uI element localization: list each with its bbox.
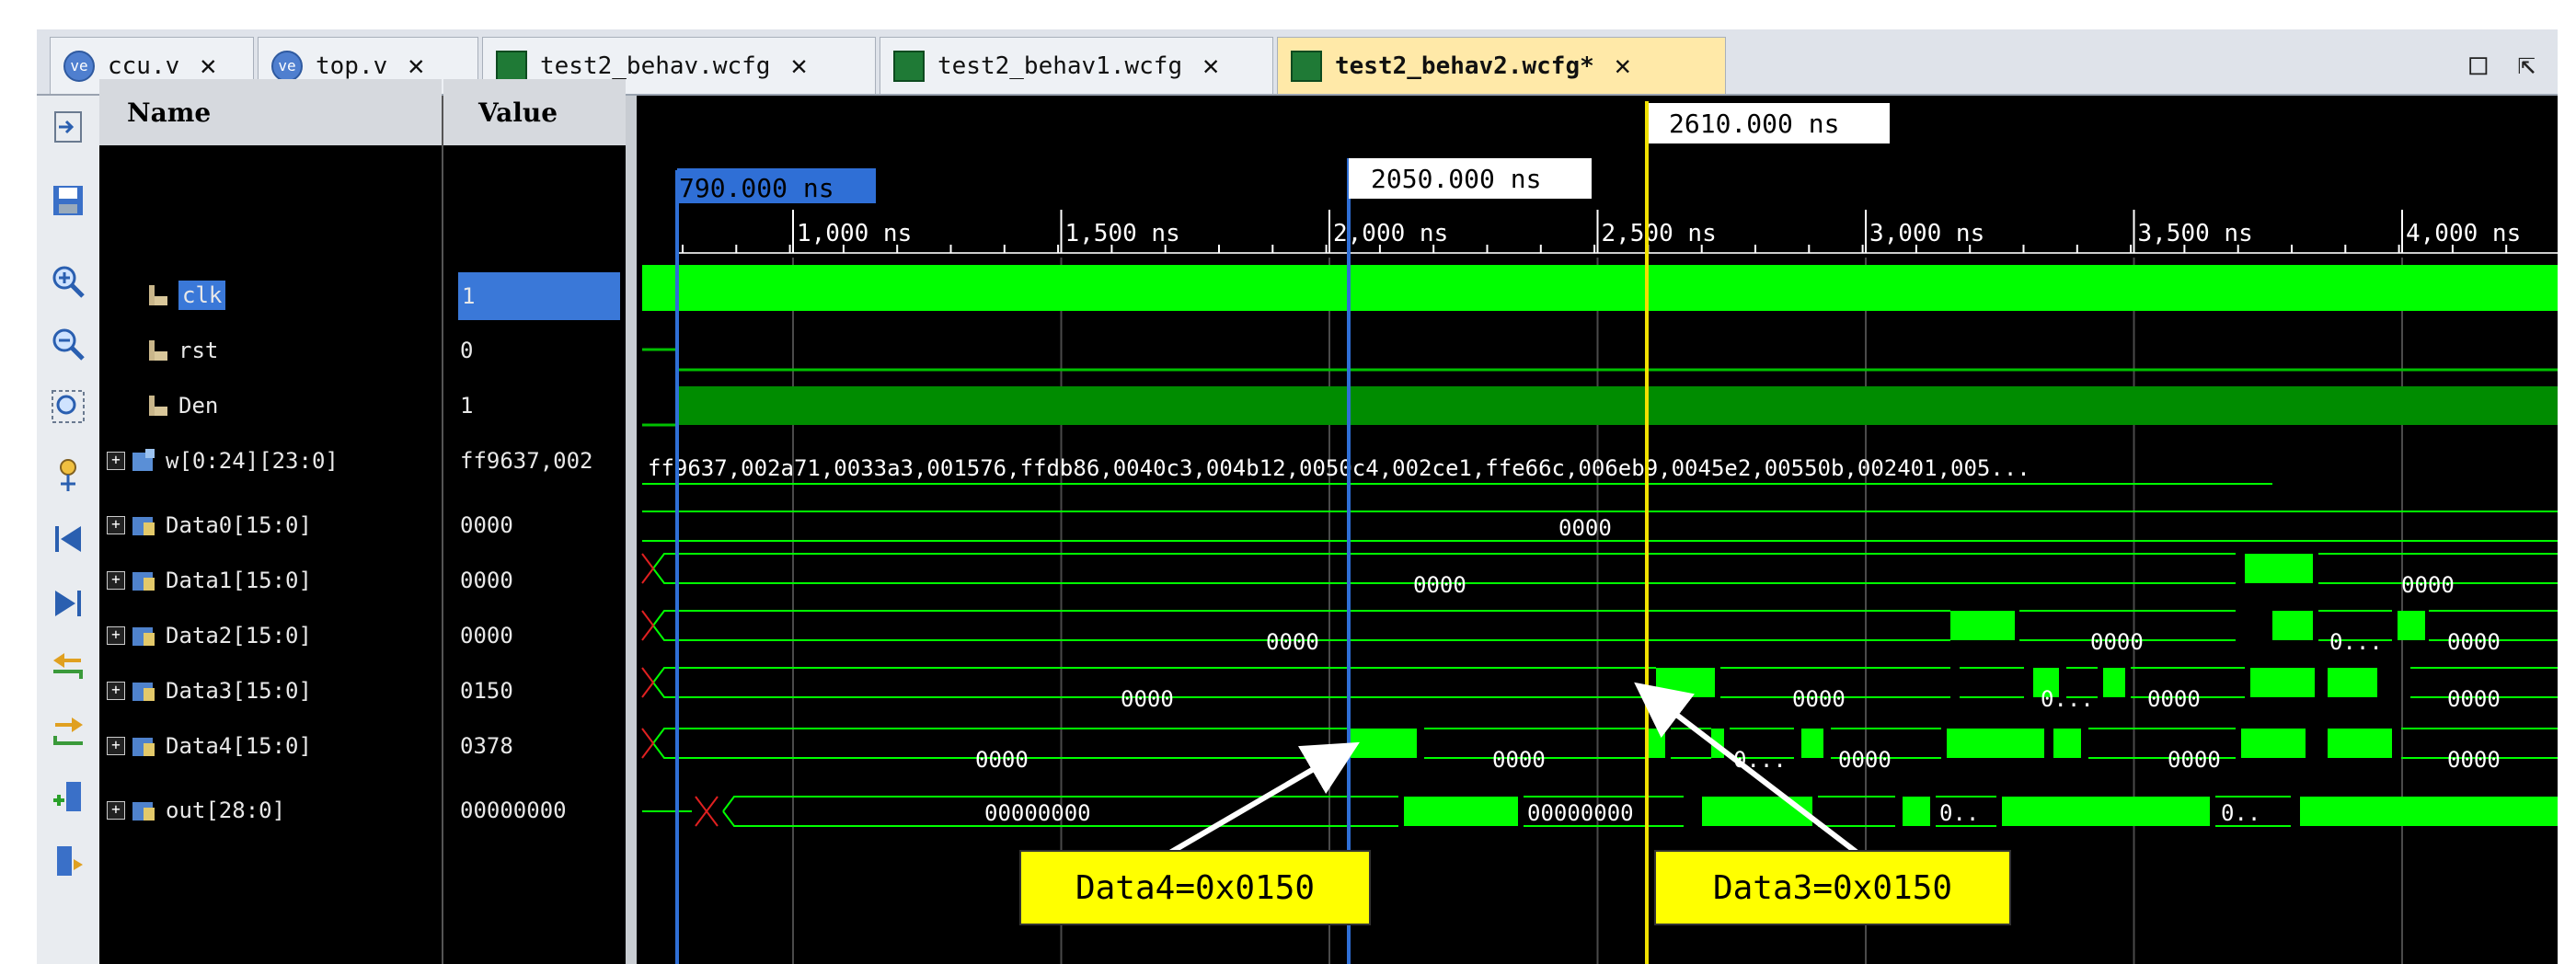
marker-label: 2610.000 ns bbox=[1669, 109, 1839, 139]
callout-arrow-data3 bbox=[1634, 682, 1860, 856]
wave-data4[interactable]: 0000 0000 0... 0000 0000 0000 bbox=[641, 728, 2558, 773]
wave-value-data3-d: 0000 bbox=[2147, 686, 2201, 712]
wave-out[interactable]: 00000000 00000000 0.. 0.. bbox=[642, 796, 2558, 827]
waveform-canvas: 1,000 ns 1,500 ns 2,000 ns 2,500 ns 3,000 ns… bbox=[641, 101, 2558, 964]
wave-data3[interactable]: 0000 0000 0... 0000 0000 bbox=[641, 667, 2558, 712]
callout-arrow-data4 bbox=[1167, 741, 1360, 856]
wave-value-data3-e: 0000 bbox=[2447, 686, 2501, 712]
waveform-viewer-window: ve ccu.v ✕ ve top.v ✕ test2_behav.wcfg ✕… bbox=[0, 0, 2576, 964]
wave-data0[interactable]: 0000 bbox=[642, 511, 2558, 542]
wave-value-data2-c: 0... bbox=[2329, 629, 2383, 655]
wave-rst[interactable] bbox=[642, 348, 2558, 372]
wave-value-data2-b: 0000 bbox=[2090, 629, 2144, 655]
wave-clk[interactable] bbox=[642, 265, 2558, 311]
wave-value-data3-b: 0000 bbox=[1792, 686, 1846, 712]
wave-value-data4-b: 0000 bbox=[1492, 747, 1546, 773]
wave-value-data2-d: 0000 bbox=[2447, 629, 2501, 655]
wave-den[interactable] bbox=[642, 386, 2558, 427]
wave-value-out-b: 00000000 bbox=[1527, 800, 1634, 826]
wave-value-out-c: 0.. bbox=[1939, 800, 1979, 826]
wave-w[interactable]: ff9637,002a71,0033a3,001576,ffdb86,0040c… bbox=[642, 455, 2272, 485]
wave-value-data3-a: 0000 bbox=[1121, 686, 1174, 712]
wave-value-out-a: 00000000 bbox=[984, 800, 1091, 826]
ruler-tick-label: 1,500 ns bbox=[1065, 220, 1180, 247]
wave-value-data0: 0000 bbox=[1558, 515, 1612, 541]
ruler-tick-label: 1,000 ns bbox=[797, 220, 912, 247]
ruler-tick-label: 3,500 ns bbox=[2138, 220, 2253, 247]
ruler-tick-label: 3,000 ns bbox=[1869, 220, 1984, 247]
wave-value-data1-b: 0000 bbox=[2401, 572, 2455, 598]
callout-data4: Data4=0x0150 bbox=[1019, 850, 1371, 925]
wave-value-data2-a: 0000 bbox=[1266, 629, 1319, 655]
wave-data2[interactable]: 0000 0000 0... 0000 bbox=[641, 610, 2558, 655]
wave-value-data4-d: 0000 bbox=[1838, 747, 1892, 773]
marker-label: 790.000 ns bbox=[679, 173, 834, 203]
wave-value-data3-c: 0... bbox=[2041, 686, 2094, 712]
wave-value-data4-f: 0000 bbox=[2447, 747, 2501, 773]
ruler-tick-label: 2,500 ns bbox=[1602, 220, 1717, 247]
marker-label: 2050.000 ns bbox=[1371, 164, 1541, 194]
wave-value-data4-c: 0... bbox=[1733, 747, 1787, 773]
wave-value-data4-e: 0000 bbox=[2168, 747, 2221, 773]
wave-value-out-d: 0.. bbox=[2221, 800, 2260, 826]
ruler-ticks: 1,000 ns 1,500 ns 2,000 ns 2,500 ns 3,000 ns… bbox=[792, 210, 2521, 253]
time-ruler[interactable]: 1,000 ns 1,500 ns 2,000 ns 2,500 ns 3,000 ns… bbox=[677, 210, 2558, 254]
wave-data1[interactable]: 0000 0000 bbox=[641, 553, 2558, 598]
wave-value-w: ff9637,002a71,0033a3,001576,ffdb86,0040c… bbox=[648, 455, 2030, 481]
ruler-tick-label: 4,000 ns bbox=[2406, 220, 2521, 247]
wave-value-data1-a: 0000 bbox=[1413, 572, 1466, 598]
callout-data3: Data3=0x0150 bbox=[1654, 850, 2011, 925]
wave-value-data4-a: 0000 bbox=[975, 747, 1029, 773]
